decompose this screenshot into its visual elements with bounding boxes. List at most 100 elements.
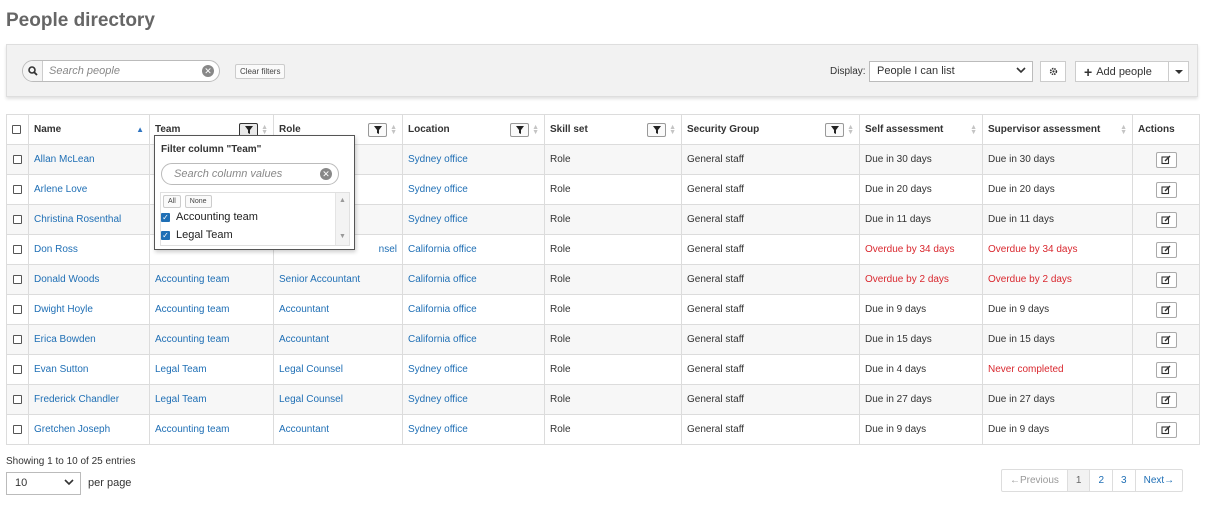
search-button[interactable] [23,61,43,81]
location-link[interactable]: California office [408,244,477,255]
column-header-supervisor-assessment[interactable]: Supervisor assessment ▲ ▼ [982,114,1133,145]
cell-location: Sydney office [402,144,545,175]
cell-supervisor-assessment: Due in 11 days [982,204,1133,235]
select-none-button[interactable]: None [184,195,212,208]
role-link[interactable]: Senior Accountant [279,274,360,285]
checkbox-checked-icon[interactable]: ✓ [161,212,170,222]
team-link[interactable]: Legal Team [155,394,207,405]
skill-set-filter-button[interactable] [647,122,667,137]
team-link[interactable]: Accounting team [155,274,230,285]
person-name-link[interactable]: Christina Rosenthal [34,214,121,225]
role-link[interactable]: Accountant [279,304,329,315]
location-link[interactable]: Sydney office [408,184,468,195]
edit-button[interactable] [1155,151,1177,168]
page-1-button[interactable]: 1 [1067,470,1091,491]
edit-button[interactable] [1155,181,1177,198]
person-name-link[interactable]: Gretchen Joseph [34,424,110,435]
edit-button[interactable] [1155,271,1177,288]
cell-location: California office [402,294,545,325]
edit-button[interactable] [1155,331,1177,348]
next-page-button[interactable]: Next→ [1136,470,1183,491]
column-header-security-group[interactable]: Security Group ▲ ▼ [681,114,860,145]
person-name-link[interactable]: Erica Bowden [34,334,96,345]
cell-name: Erica Bowden [28,324,150,355]
location-link[interactable]: California office [408,334,477,345]
cell-name: Don Ross [28,234,150,265]
row-checkbox[interactable] [13,394,22,404]
column-header-self-assessment[interactable]: Self assessment ▲ ▼ [859,114,983,145]
row-checkbox[interactable] [13,364,22,374]
column-header-skill-set[interactable]: Skill set ▲ ▼ [544,114,682,145]
person-name-link[interactable]: Arlene Love [34,184,87,195]
edit-button[interactable] [1155,211,1177,228]
clear-search-icon[interactable]: ✕ [202,65,214,77]
location-link[interactable]: Sydney office [408,214,468,225]
cell-name: Donald Woods [28,264,150,295]
row-checkbox[interactable] [13,214,22,224]
location-link[interactable]: Sydney office [408,154,468,165]
column-header-name[interactable]: Name ▲ [28,114,150,145]
edit-button[interactable] [1155,241,1177,258]
team-link[interactable]: Accounting team [155,424,230,435]
search-input[interactable] [47,63,197,79]
row-checkbox[interactable] [13,154,22,164]
row-select-cell [6,144,29,175]
scroll-up-icon[interactable]: ▲ [339,197,346,204]
team-link[interactable]: Accounting team [155,334,230,345]
row-checkbox[interactable] [13,274,22,284]
per-page-select[interactable]: 10 [6,472,81,495]
filter-list-scrollbar[interactable]: ▲ ▼ [335,193,349,245]
checkbox-checked-icon[interactable]: ✓ [161,230,170,240]
add-people-menu-button[interactable] [1168,61,1189,82]
edit-button[interactable] [1155,391,1177,408]
location-link[interactable]: Sydney office [408,364,468,375]
person-name-link[interactable]: Donald Woods [34,274,99,285]
edit-button[interactable] [1155,421,1177,438]
person-name-link[interactable]: Don Ross [34,244,78,255]
page-2-button[interactable]: 2 [1090,470,1114,491]
column-values-search-input[interactable] [172,167,312,181]
clear-search-icon[interactable]: ✕ [320,168,332,180]
security-group-filter-button[interactable] [825,122,845,137]
scroll-down-icon[interactable]: ▼ [339,233,346,240]
location-filter-button[interactable] [510,122,530,137]
role-link[interactable]: Accountant [279,334,329,345]
role-link[interactable]: nsel [379,244,397,255]
add-people-button[interactable]: + Add people [1075,61,1169,82]
role-link[interactable]: Accountant [279,424,329,435]
toolbar: ✕ Clear filters Display: People I can li… [6,44,1198,97]
location-link[interactable]: California office [408,304,477,315]
person-name-link[interactable]: Evan Sutton [34,364,88,375]
team-link[interactable]: Accounting team [155,304,230,315]
previous-page-button[interactable]: ←Previous [1002,470,1068,491]
sort-icon: ▲ ▼ [1120,123,1127,136]
row-checkbox[interactable] [13,244,22,254]
select-all-checkbox[interactable] [12,124,21,134]
person-name-link[interactable]: Dwight Hoyle [34,304,93,315]
location-link[interactable]: Sydney office [408,424,468,435]
person-name-link[interactable]: Frederick Chandler [34,394,119,405]
edit-button[interactable] [1155,301,1177,318]
row-checkbox[interactable] [13,304,22,314]
select-all-button[interactable]: All [163,195,181,208]
location-link[interactable]: California office [408,274,477,285]
column-header-location[interactable]: Location ▲ ▼ [402,114,545,145]
clear-filters-button[interactable]: Clear filters [235,64,286,79]
filter-option[interactable]: ✓ Accounting team [161,211,258,223]
page-3-button[interactable]: 3 [1113,470,1136,491]
role-link[interactable]: Legal Counsel [279,364,343,375]
team-link[interactable]: Legal Team [155,364,207,375]
row-checkbox[interactable] [13,334,22,344]
cell-team: Legal Team [149,354,274,385]
edit-button[interactable] [1155,361,1177,378]
filter-option[interactable]: ✓ Legal Team [161,229,233,241]
role-link[interactable]: Legal Counsel [279,394,343,405]
display-select[interactable]: People I can list [869,61,1033,82]
role-filter-button[interactable] [368,122,388,137]
settings-button[interactable] [1040,61,1066,82]
location-link[interactable]: Sydney office [408,394,468,405]
row-checkbox[interactable] [13,184,22,194]
cell-actions [1132,354,1200,385]
row-checkbox[interactable] [13,424,22,434]
person-name-link[interactable]: Allan McLean [34,154,95,165]
